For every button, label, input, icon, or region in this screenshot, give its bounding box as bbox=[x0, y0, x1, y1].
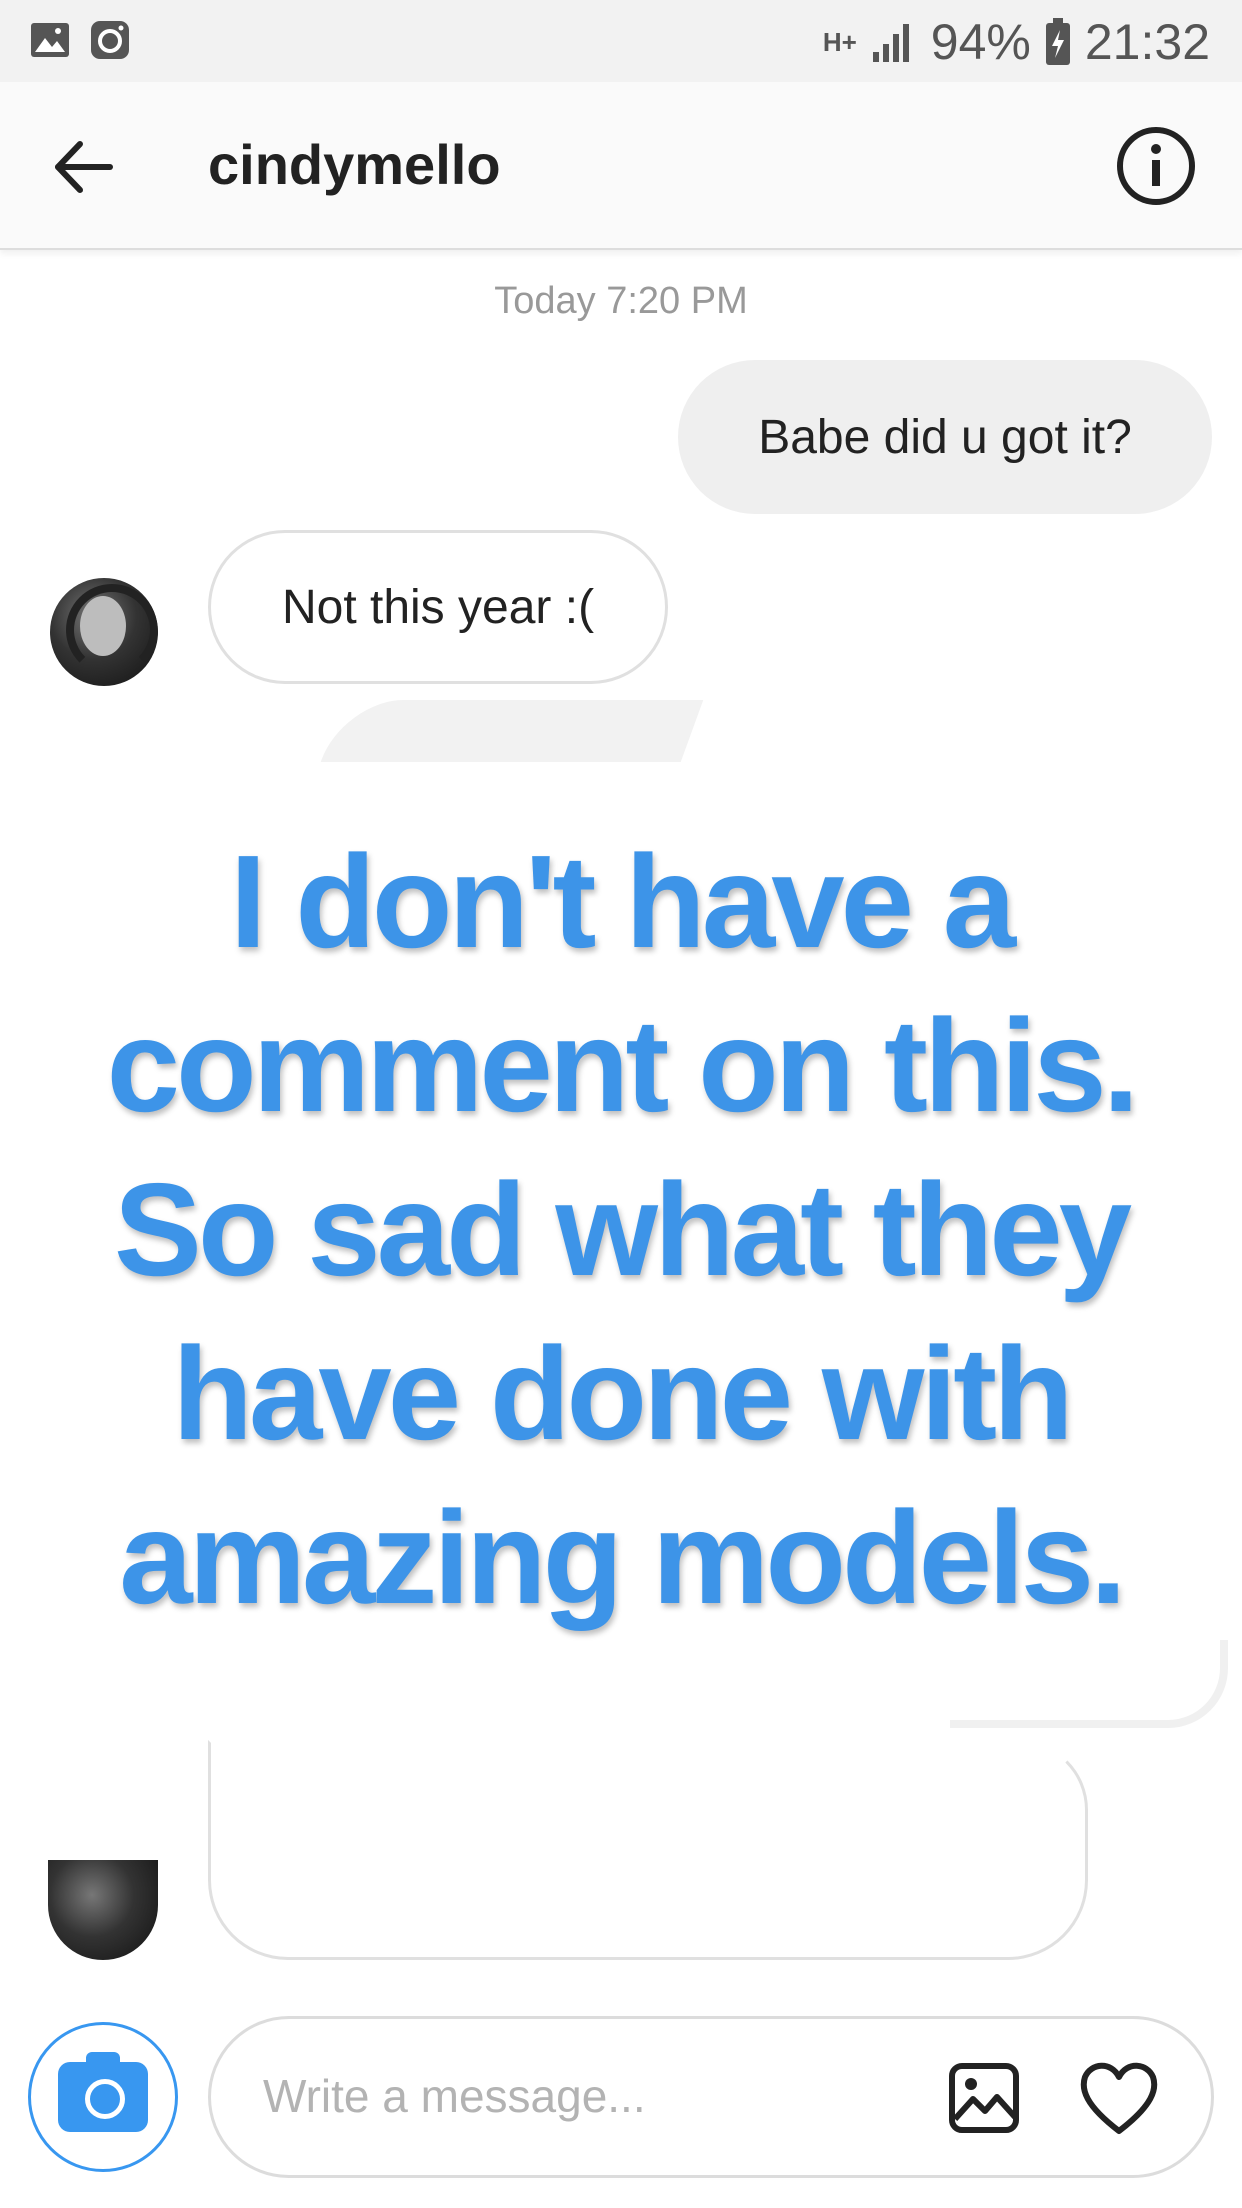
message-bubble-incoming-partial[interactable] bbox=[208, 1740, 1088, 1960]
camera-icon bbox=[58, 2052, 148, 2132]
arrow-left-icon[interactable] bbox=[48, 132, 118, 202]
network-type: H+ bbox=[822, 27, 857, 57]
overlay-line: So sad what they bbox=[113, 1156, 1132, 1303]
instagram-icon bbox=[91, 21, 129, 59]
thread-title[interactable]: cindymello bbox=[208, 132, 501, 197]
message-input-placeholder: Write a message... bbox=[263, 2070, 646, 2122]
heart-icon[interactable] bbox=[1077, 2059, 1161, 2137]
message-timestamp: Today 7:20 PM bbox=[494, 280, 748, 322]
clock: 21:32 bbox=[1084, 14, 1210, 70]
battery-icon bbox=[1045, 18, 1070, 65]
avatar[interactable] bbox=[50, 578, 158, 686]
thread-header: cindymello bbox=[0, 82, 1242, 250]
avatar[interactable] bbox=[48, 1860, 158, 1960]
overlay-line: I don't have a bbox=[229, 828, 1016, 975]
overlay-line: comment on this. bbox=[106, 992, 1140, 1139]
info-icon[interactable] bbox=[1114, 124, 1198, 208]
message-bubble-outgoing[interactable]: Babe did u got it? bbox=[678, 360, 1212, 514]
message-bubble-incoming[interactable]: Not this year :( bbox=[208, 530, 668, 684]
edit-smudge bbox=[950, 1640, 1228, 1728]
edit-smudge bbox=[320, 700, 704, 762]
message-input[interactable]: Write a message... bbox=[208, 2016, 1214, 2178]
overlay-caption: I don't have a comment on this. So sad w… bbox=[60, 820, 1182, 1640]
message-composer: Write a message... bbox=[0, 2010, 1242, 2208]
overlay-line: have done with bbox=[172, 1320, 1073, 1467]
gallery-icon bbox=[31, 23, 69, 57]
status-bar: H+ 94% 21:32 bbox=[0, 0, 1242, 82]
signal-icon bbox=[872, 24, 909, 62]
camera-button[interactable] bbox=[28, 2022, 178, 2172]
image-icon[interactable] bbox=[947, 2061, 1021, 2135]
overlay-line: amazing models. bbox=[119, 1484, 1127, 1631]
battery-percent: 94% bbox=[930, 14, 1031, 70]
